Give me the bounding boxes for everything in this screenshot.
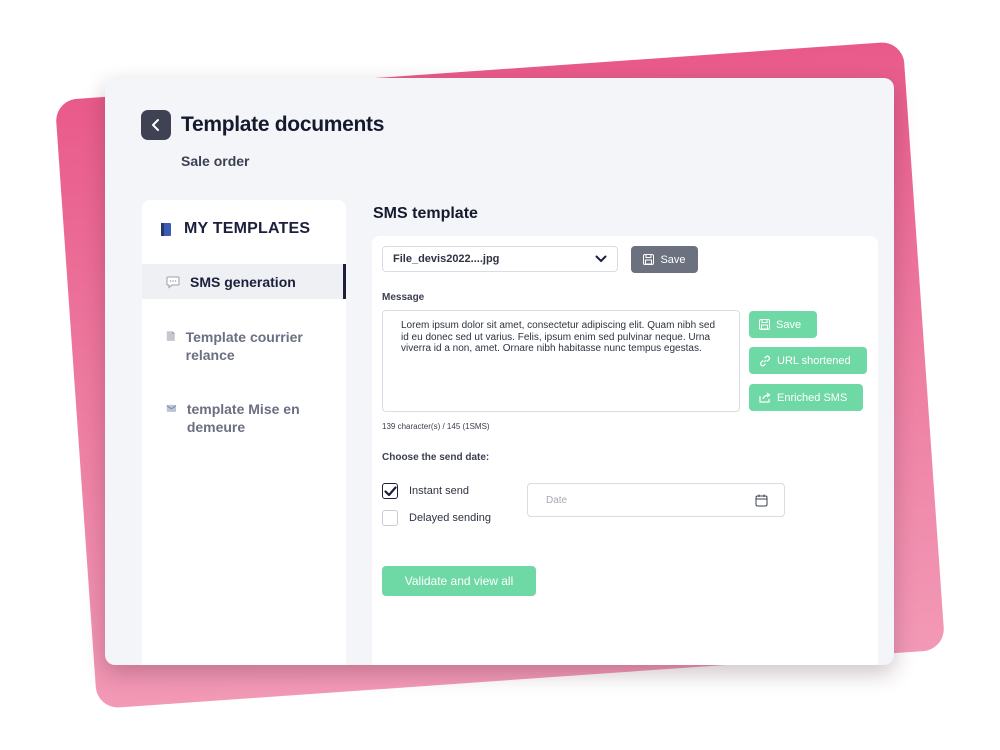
save-message-button[interactable]: Save xyxy=(749,311,817,338)
sidebar-item-label: Template courrier relance xyxy=(185,329,303,363)
active-indicator xyxy=(343,264,346,299)
sidebar-item-sms-generation[interactable]: SMS generation xyxy=(142,264,346,299)
book-icon xyxy=(161,222,171,236)
delayed-sending-label: Delayed sending xyxy=(409,512,491,524)
save-message-button-label: Save xyxy=(776,318,802,331)
url-shortened-button-label: URL shortened xyxy=(777,354,851,367)
file-select-value: File_devis2022....jpg xyxy=(393,253,500,265)
section-title: SMS template xyxy=(373,205,478,222)
sms-template-panel: File_devis2022....jpg Save Message Lorem… xyxy=(372,236,878,665)
templates-sidebar: MY TEMPLATES SMS generation Template cou… xyxy=(142,200,346,665)
instant-send-checkbox[interactable] xyxy=(382,483,398,499)
chevron-down-icon xyxy=(595,255,607,263)
save-file-button[interactable]: Save xyxy=(631,246,698,273)
link-icon xyxy=(759,355,771,366)
floppy-disk-icon xyxy=(759,319,770,330)
url-shortened-button[interactable]: URL shortened xyxy=(749,347,867,374)
page-subtitle: Sale order xyxy=(181,153,250,169)
envelope-icon xyxy=(166,404,177,412)
app-window: Template documents Sale order MY TEMPLAT… xyxy=(105,78,894,665)
enriched-sms-button-label: Enriched SMS xyxy=(777,391,848,404)
sidebar-item-label: SMS generation xyxy=(190,273,296,290)
checkmark-icon xyxy=(383,485,397,496)
document-icon xyxy=(166,331,175,341)
sidebar-item-courrier-relance[interactable]: Template courrier relance xyxy=(142,328,322,364)
enriched-sms-button[interactable]: Enriched SMS xyxy=(749,384,863,411)
validate-and-view-all-button[interactable]: Validate and view all xyxy=(382,566,536,596)
send-date-label: Choose the send date: xyxy=(382,452,490,463)
date-input[interactable]: Date xyxy=(527,483,785,517)
message-label: Message xyxy=(382,292,425,303)
instant-send-label: Instant send xyxy=(409,485,469,497)
sidebar-heading-label: MY TEMPLATES xyxy=(184,220,311,237)
page-title: Template documents xyxy=(181,113,385,136)
character-counter: 139 character(s) / 145 (1SMS) xyxy=(382,422,490,431)
floppy-disk-icon xyxy=(643,254,655,265)
message-textarea[interactable]: Lorem ipsum dolor sit amet, consectetur … xyxy=(382,310,740,412)
file-select[interactable]: File_devis2022....jpg xyxy=(382,246,618,272)
save-file-button-label: Save xyxy=(660,253,686,266)
sidebar-heading: MY TEMPLATES xyxy=(160,220,310,238)
date-input-placeholder: Date xyxy=(546,494,568,506)
speech-bubble-icon xyxy=(166,276,180,289)
share-icon xyxy=(759,392,771,403)
sidebar-item-mise-en-demeure[interactable]: template Mise en demeure xyxy=(142,400,322,436)
delayed-sending-checkbox[interactable] xyxy=(382,510,398,526)
calendar-icon xyxy=(755,494,768,506)
back-button[interactable] xyxy=(141,110,171,140)
sidebar-item-label: template Mise en demeure xyxy=(186,401,300,435)
chevron-left-icon xyxy=(152,119,159,131)
